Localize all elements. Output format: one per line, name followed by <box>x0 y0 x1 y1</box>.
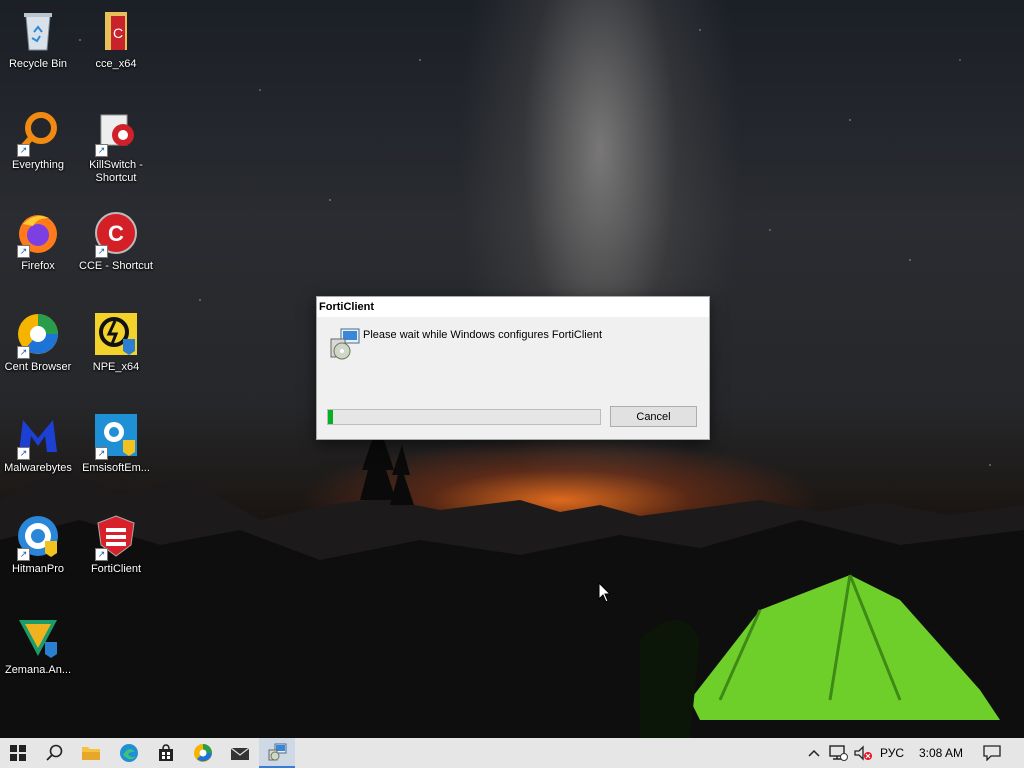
shortcut-arrow-icon: ↗ <box>17 144 30 157</box>
cancel-button[interactable]: Cancel <box>610 406 697 427</box>
dialog-title: FortiClient <box>317 297 709 317</box>
desktop-icon-label: EmsisoftEm... <box>82 462 150 474</box>
cce-icon: C ↗ <box>93 210 139 258</box>
progress-fill <box>328 410 334 424</box>
recycle-bin-icon <box>15 8 61 54</box>
shortcut-arrow-icon: ↗ <box>17 245 30 258</box>
desktop-icon-label: Recycle Bin <box>8 58 68 70</box>
mail-icon <box>230 747 250 760</box>
chevron-up-icon <box>808 749 820 757</box>
desktop-icon-emsisoft[interactable]: ↗ EmsisoftEm... <box>78 412 154 475</box>
mail-button[interactable] <box>222 738 258 768</box>
firefox-icon: ↗ <box>15 210 61 258</box>
shortcut-arrow-icon: ↗ <box>95 548 108 561</box>
svg-text:C: C <box>108 221 124 246</box>
file-explorer-button[interactable] <box>73 738 109 768</box>
volume-button[interactable] <box>850 738 876 768</box>
edge-icon <box>120 744 138 762</box>
shortcut-arrow-icon: ↗ <box>95 245 108 258</box>
desktop-icon-forticlient[interactable]: ↗ FortiClient <box>78 513 154 576</box>
network-icon <box>829 745 848 761</box>
desktop-icon-label: NPE_x64 <box>92 361 140 373</box>
shortcut-arrow-icon: ↗ <box>17 548 30 561</box>
desktop-icon-label: cce_x64 <box>95 58 137 70</box>
npe-icon <box>93 311 139 357</box>
desktop-icon-recycle-bin[interactable]: Recycle Bin <box>0 8 76 71</box>
store-icon <box>159 744 173 761</box>
desktop-icon-everything[interactable]: ↗ Everything <box>0 109 76 172</box>
network-status-button[interactable] <box>826 738 850 768</box>
shortcut-arrow-icon: ↗ <box>95 447 108 460</box>
desktop-icon-killswitch[interactable]: ↗ KillSwitch - Shortcut <box>78 109 154 185</box>
action-center-button[interactable] <box>978 738 1006 768</box>
cent-browser-taskbar-button[interactable] <box>185 738 221 768</box>
installer-taskbar-button[interactable] <box>259 738 295 768</box>
desktop-icon-hitmanpro[interactable]: ↗ HitmanPro <box>0 513 76 576</box>
desktop-icon-label: KillSwitch - Shortcut <box>89 159 143 184</box>
desktop-icon-label: Cent Browser <box>4 361 72 373</box>
emsisoft-icon: ↗ <box>93 412 139 460</box>
zemana-icon <box>15 614 61 660</box>
dialog-message: Please wait while Windows configures For… <box>363 329 603 341</box>
desktop-icon-cce-x64[interactable]: C cce_x64 <box>78 8 154 71</box>
start-button[interactable] <box>0 738 36 768</box>
install-progress-bar <box>327 409 601 425</box>
cent-browser-icon: ↗ <box>15 311 61 359</box>
desktop-icon-npe-x64[interactable]: NPE_x64 <box>78 311 154 374</box>
search-button[interactable] <box>37 738 73 768</box>
desktop-icon-label: Malwarebytes <box>4 462 72 474</box>
desktop-icon-zemana[interactable]: Zemana.An... <box>0 614 76 677</box>
start-icon <box>10 745 26 761</box>
mouse-cursor-icon <box>598 582 612 603</box>
desktop-icon-label: Everything <box>12 159 64 171</box>
shortcut-arrow-icon: ↗ <box>17 346 30 359</box>
desktop-icon-label: HitmanPro <box>12 563 64 575</box>
desktop-icon-malwarebytes[interactable]: ↗ Malwarebytes <box>0 412 76 475</box>
edge-button[interactable] <box>111 738 147 768</box>
search-icon <box>46 744 63 761</box>
desktop-icon-cce-shortcut[interactable]: C ↗ CCE - Shortcut <box>78 210 154 273</box>
svg-text:C: C <box>113 25 123 41</box>
notifications-icon <box>983 745 1001 761</box>
show-hidden-icons-button[interactable] <box>804 738 824 768</box>
desktop-icon-label: FortiClient <box>90 563 142 575</box>
file-explorer-icon <box>82 747 100 760</box>
hitmanpro-icon: ↗ <box>15 513 61 561</box>
installer-icon <box>329 327 360 361</box>
desktop-icon-label: CCE - Shortcut <box>79 260 153 272</box>
folder-icon: C <box>93 8 139 54</box>
taskbar: РУС 3:08 AM <box>0 738 1024 768</box>
store-button[interactable] <box>148 738 184 768</box>
installer-icon <box>268 743 287 761</box>
shortcut-arrow-icon: ↗ <box>95 144 108 157</box>
cent-browser-icon <box>194 744 212 762</box>
everything-search-icon: ↗ <box>15 109 61 157</box>
forticlient-install-dialog: FortiClient Please wait while Windows co… <box>316 296 710 440</box>
clock[interactable]: 3:08 AM <box>912 738 970 768</box>
shortcut-arrow-icon: ↗ <box>17 447 30 460</box>
speaker-muted-icon <box>854 745 872 761</box>
desktop-icon-label: Zemana.An... <box>4 664 72 676</box>
killswitch-icon: ↗ <box>93 109 139 157</box>
desktop-icon-cent-browser[interactable]: ↗ Cent Browser <box>0 311 76 374</box>
malwarebytes-icon: ↗ <box>15 412 61 460</box>
desktop-icon-firefox[interactable]: ↗ Firefox <box>0 210 76 273</box>
desktop-icon-label: Firefox <box>21 260 55 272</box>
input-language-indicator[interactable]: РУС <box>876 738 908 768</box>
forticlient-icon: ↗ <box>93 513 139 561</box>
